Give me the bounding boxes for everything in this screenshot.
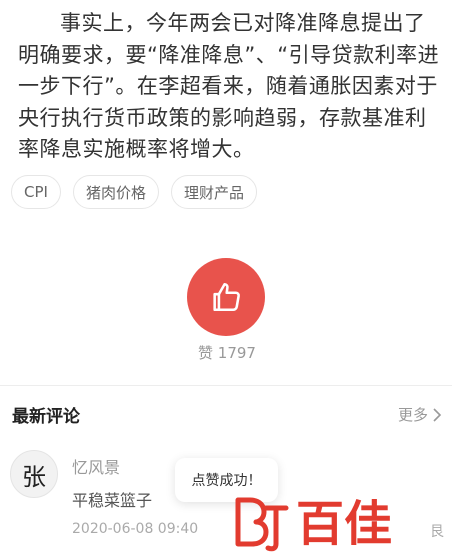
comment-action-fragment[interactable]: 艮	[430, 521, 444, 541]
avatar[interactable]: 张	[10, 450, 58, 498]
comment-text: 平稳菜篮子	[72, 491, 153, 510]
avatar-char: 张	[22, 462, 46, 491]
comment-timestamp: 2020-06-08 09:40	[72, 521, 199, 537]
article-paragraph: 事实上，今年两会已对降准降息提出了明确要求，要“降准降息”、“引导贷款利率进一步…	[18, 11, 440, 161]
divider	[0, 385, 452, 386]
watermark-logo: 百佳	[235, 496, 392, 552]
chevron-right-icon	[433, 407, 442, 422]
tag-wealth-products[interactable]: 理财产品	[170, 175, 257, 209]
tag-cpi[interactable]: CPI	[11, 175, 61, 209]
comment-username[interactable]: 忆风景	[72, 454, 120, 478]
thumbs-up-icon	[213, 282, 240, 312]
like-count: 赞 1797	[198, 344, 256, 362]
tag-list: CPI 猪肉价格 理财产品	[11, 175, 257, 209]
more-label: 更多	[397, 406, 428, 424]
like-button[interactable]	[187, 258, 265, 336]
latest-comments-title: 最新评论	[12, 407, 80, 427]
watermark-text: 百佳	[296, 496, 392, 552]
more-comments-link[interactable]: 更多	[398, 404, 442, 425]
tag-pork-price[interactable]: 猪肉价格	[72, 175, 159, 209]
